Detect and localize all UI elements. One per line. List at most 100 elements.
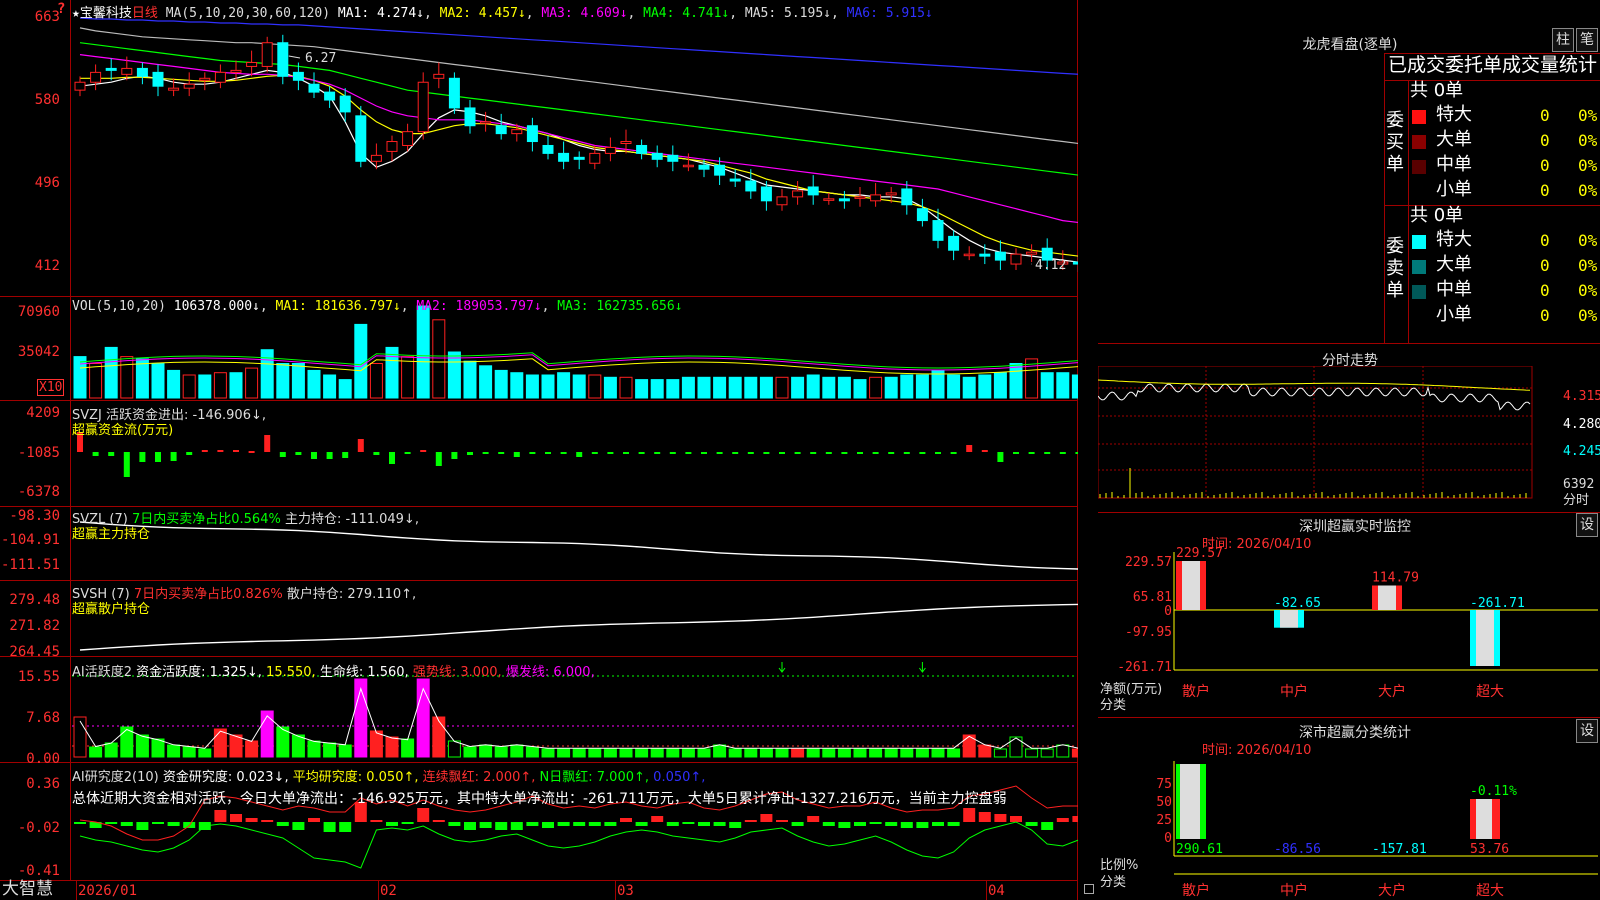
- candle-down: [495, 125, 507, 135]
- sell-row-name-1: 大单: [1436, 254, 1472, 275]
- candle-down: [916, 208, 928, 222]
- vol-bar: [1009, 363, 1023, 399]
- vol-bar: [947, 374, 961, 399]
- buy-row-name-0: 特大: [1436, 104, 1472, 125]
- vol-bar: [572, 374, 586, 399]
- vol-bar: [775, 376, 789, 399]
- vol-bar: [603, 376, 617, 399]
- flow-bar-out: [810, 452, 817, 454]
- intraday-chart[interactable]: [1098, 366, 1600, 516]
- flow-bar-in: [233, 450, 239, 452]
- monitor-bar-shine-3: [1476, 610, 1494, 666]
- activity-bar: [135, 734, 149, 758]
- activity-bar: [167, 744, 181, 758]
- research-bar-up: [261, 820, 274, 822]
- activity-bar: [338, 744, 352, 758]
- monitor-value-1: -82.65: [1274, 596, 1321, 611]
- vol-bar: [167, 369, 181, 399]
- research-bar-down: [510, 822, 523, 830]
- monitor-cat-0: 散户: [1182, 683, 1210, 700]
- flow-bar-out: [326, 452, 333, 459]
- candle-up: [682, 164, 694, 168]
- activity-bar: [89, 746, 103, 758]
- research-bar-up: [651, 816, 664, 822]
- ma4-value: MA4: 4.741↓: [643, 6, 730, 21]
- lock-icon[interactable]: [1084, 884, 1094, 894]
- activity-bar: [869, 748, 883, 758]
- svzj-ytick-1: -1085: [17, 445, 60, 461]
- flow-bar-out: [373, 452, 380, 455]
- buy-row-pct-0: 0%: [1578, 106, 1598, 125]
- sell-row-name-3: 小单: [1436, 304, 1472, 325]
- research-bar-down: [604, 822, 617, 826]
- svzj-ytick-0: 4209: [26, 405, 60, 421]
- research-bar-up: [744, 820, 757, 822]
- vol-bar: [884, 376, 898, 399]
- buy-row-pct-3: 0%: [1578, 181, 1598, 200]
- activity-bar: [572, 748, 586, 758]
- candle-down: [729, 178, 741, 182]
- ai2-summary: 总体近期大资金相对活跃，今日大单净流出：-146.925万元，其中特大单净流出：…: [72, 791, 1007, 807]
- vol-ytick-1: 35042: [17, 344, 60, 360]
- classify-ytick-3: 0: [1164, 831, 1172, 846]
- activity-bar: [245, 740, 259, 758]
- flow-bar-out: [139, 452, 146, 462]
- vol-bar: [494, 369, 508, 399]
- ma3-value: MA3: 4.609↓: [541, 6, 628, 21]
- high-pointer: [288, 55, 301, 59]
- burst-arrow-0: [778, 662, 786, 673]
- flow-bar-out: [950, 452, 957, 454]
- main-ytick-3: 412: [34, 258, 60, 274]
- activity-bar: [635, 748, 649, 758]
- divider-ai2-xaxis: [0, 880, 1078, 881]
- candle-down: [464, 107, 476, 127]
- monitor-ylabel: 净额(万元): [1100, 682, 1163, 697]
- sell-row-name-2: 中单: [1436, 279, 1472, 300]
- research-bar-up: [417, 808, 430, 822]
- research-bar-down: [838, 822, 851, 828]
- sell-row-pct-2: 0%: [1578, 281, 1598, 300]
- candle-up: [230, 69, 242, 73]
- candle-down: [448, 77, 460, 109]
- monitor-chart[interactable]: 229.57 65.810 -97.95 -261.71 229.57 散户 -82.65 中…: [1098, 512, 1600, 712]
- xtick-mark-1: [378, 880, 379, 900]
- activity-bar: [229, 734, 243, 758]
- research-bar-up: [807, 816, 820, 822]
- vol-bar: [260, 349, 274, 399]
- research-bar-down: [167, 822, 180, 826]
- activity-bar: [713, 744, 727, 758]
- period-label[interactable]: 日线: [132, 6, 158, 21]
- stock-name[interactable]: 宝馨科技: [80, 6, 132, 21]
- monitor-cat-3: 超大: [1476, 684, 1504, 700]
- vol-bar: [291, 363, 305, 399]
- svsh-line: [79, 603, 1078, 651]
- classify-cat-3: 超大: [1476, 883, 1504, 899]
- candle-up: [823, 198, 835, 201]
- buy-row-name-3: 小单: [1436, 179, 1472, 200]
- flow-bar-out: [155, 452, 161, 462]
- research-bar-up: [994, 814, 1007, 822]
- stroke-mode-button[interactable]: 笔: [1576, 28, 1598, 52]
- bar-mode-button[interactable]: 柱: [1552, 28, 1574, 52]
- vol-ma3: MA3: 162735.656↓: [557, 299, 683, 314]
- research-bar-down: [74, 822, 86, 824]
- ai2-header: AI研究度2(10) 资金研究度: 0.023↓, 平均研究度: 0.050↑,…: [72, 766, 705, 785]
- monitor-cat-1: 中户: [1280, 683, 1308, 700]
- candle-up: [183, 83, 195, 89]
- high-price-label: 6.27: [305, 51, 337, 66]
- candle-down: [105, 67, 117, 71]
- flow-bar-out: [825, 452, 832, 454]
- research-bar-up: [760, 814, 773, 822]
- monitor-ytick-3: -97.95: [1125, 625, 1172, 640]
- candle-up: [604, 146, 616, 154]
- classify-chart[interactable]: 75 50 25 0 -0.11% 290.61 -86.56 -157.81 53.76 散户 中…: [1098, 717, 1600, 900]
- svzl-ytick-2: -111.51: [0, 557, 60, 573]
- classify-top-value: -0.11%: [1470, 784, 1517, 799]
- candlestick-chart[interactable]: [0, 0, 1078, 880]
- classify-ytick-0: 75: [1156, 777, 1172, 792]
- research-bar-down: [448, 822, 461, 826]
- research-bar-up: [978, 812, 991, 822]
- activity-bar: [354, 678, 368, 758]
- candle-up: [963, 253, 975, 257]
- star-icon[interactable]: ★: [72, 6, 80, 21]
